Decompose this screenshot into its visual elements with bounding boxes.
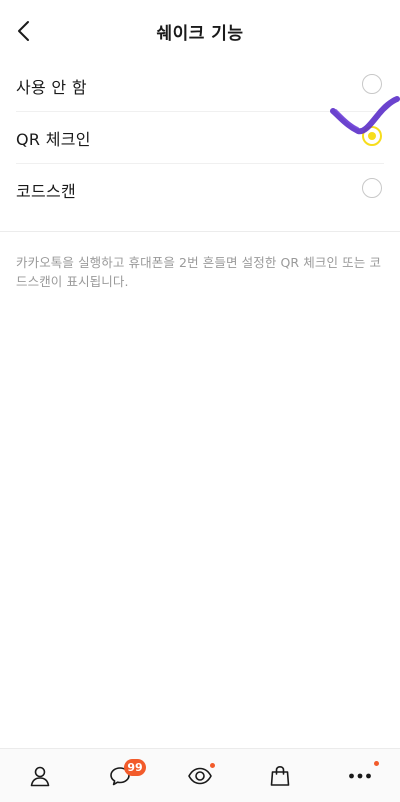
option-code-scan[interactable]: 코드스캔 (16, 164, 384, 215)
tab-friends[interactable] (0, 749, 80, 802)
tab-shopping[interactable] (240, 749, 320, 802)
tab-chats[interactable]: 99 (80, 749, 160, 802)
option-qr-checkin[interactable]: QR 체크인 (16, 112, 384, 164)
radio-button-selected[interactable] (362, 126, 382, 146)
option-label: 코드스캔 (16, 181, 77, 201)
shopping-bag-icon (270, 765, 290, 786)
tab-view[interactable] (160, 749, 240, 802)
description-text: 카카오톡을 실행하고 휴대폰을 2번 흔들면 설정한 QR 체크인 또는 코드스… (16, 255, 382, 289)
more-notification-dot (374, 761, 379, 766)
more-dots-icon (349, 773, 371, 778)
person-icon (30, 766, 50, 786)
option-none[interactable]: 사용 안 함 (16, 60, 384, 112)
header: 쉐이크 기능 (0, 0, 400, 62)
section-divider (0, 231, 400, 232)
option-label: QR 체크인 (16, 129, 91, 149)
radio-button[interactable] (362, 74, 382, 94)
view-notification-dot (210, 763, 215, 768)
chat-badge: 99 (124, 759, 146, 776)
eye-icon (188, 767, 212, 784)
tab-more[interactable] (320, 749, 400, 802)
option-list: 사용 안 함 QR 체크인 코드스캔 (0, 60, 400, 215)
option-label: 사용 안 함 (16, 77, 87, 97)
radio-button[interactable] (362, 178, 382, 198)
page-title: 쉐이크 기능 (156, 24, 244, 44)
bottom-tab-bar: 99 (0, 748, 400, 802)
